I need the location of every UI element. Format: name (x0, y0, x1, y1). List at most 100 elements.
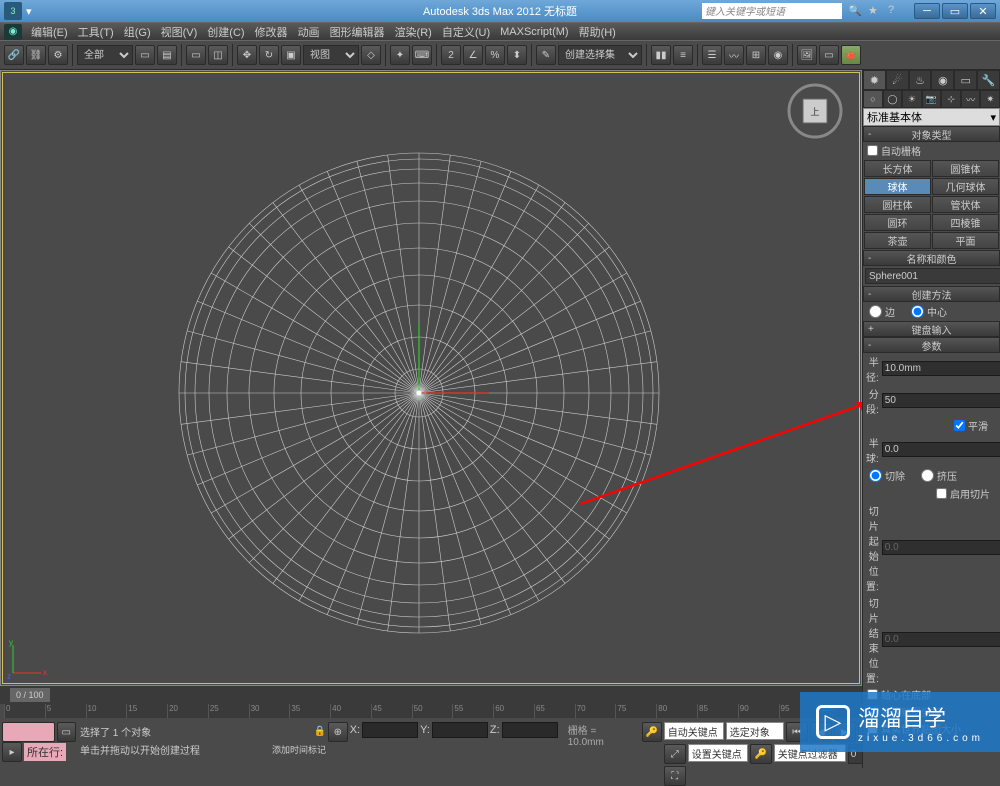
smooth-checkbox[interactable] (954, 420, 965, 431)
btn-box[interactable]: 长方体 (864, 160, 931, 177)
rollout-kb-entry[interactable]: +键盘输入 (863, 321, 1000, 337)
primitive-category-dropdown[interactable]: 标准基本体 (863, 108, 1000, 126)
time-slider[interactable]: 0 / 100 (0, 686, 862, 704)
btn-tube[interactable]: 管状体 (932, 196, 999, 213)
btn-cylinder[interactable]: 圆柱体 (864, 196, 931, 213)
menu-graph[interactable]: 图形编辑器 (325, 24, 390, 40)
y-input[interactable] (432, 722, 488, 738)
tab-motion[interactable]: ◉ (931, 70, 954, 90)
schematic-icon[interactable]: ⊞ (746, 45, 766, 65)
btn-plane[interactable]: 平面 (932, 232, 999, 249)
lock-icon[interactable]: 🔒 (314, 726, 326, 737)
rotate-icon[interactable]: ↻ (259, 45, 279, 65)
curve-editor-icon[interactable]: 〰 (724, 45, 744, 65)
slice-on-checkbox[interactable] (936, 488, 947, 499)
time-slider-handle[interactable]: 0 / 100 (10, 688, 50, 702)
menu-tools[interactable]: 工具(T) (73, 24, 119, 40)
rollout-name-color[interactable]: -名称和颜色 (863, 250, 1000, 266)
snap-2d-icon[interactable]: 2 (441, 45, 461, 65)
radio-edge[interactable] (869, 305, 882, 318)
qat-arrow-icon[interactable]: ▾ (26, 5, 32, 18)
sub-lights[interactable]: ☀ (902, 90, 922, 108)
segments-input[interactable] (882, 393, 1000, 408)
close-button[interactable]: ✕ (970, 3, 996, 19)
ref-coord-dropdown[interactable]: 视图 (303, 45, 359, 65)
sub-cameras[interactable]: 📷 (922, 90, 942, 108)
maximize-vp-icon[interactable]: ⛶ (664, 766, 686, 786)
snap-percent-icon[interactable]: % (485, 45, 505, 65)
expand-icon[interactable]: ▸ (2, 742, 22, 762)
key-mode-icon[interactable]: 🔑 (750, 744, 772, 764)
x-input[interactable] (362, 722, 418, 738)
selection-filter-dropdown[interactable]: 全部 (77, 45, 133, 65)
menu-create[interactable]: 创建(C) (202, 24, 249, 40)
star-icon[interactable]: ★ (868, 4, 882, 18)
btn-sphere[interactable]: 球体 (864, 178, 931, 195)
render-icon[interactable]: 🫖 (841, 45, 861, 65)
menu-view[interactable]: 视图(V) (156, 24, 203, 40)
move-icon[interactable]: ✥ (237, 45, 257, 65)
render-setup-icon[interactable]: 🖼 (797, 45, 817, 65)
app-menu-button[interactable]: ◉ (4, 24, 22, 40)
tab-display[interactable]: ▭ (954, 70, 977, 90)
time-ruler[interactable]: 0510152025303540455055606570758085909510… (4, 704, 860, 718)
keyboard-icon[interactable]: ⌨ (412, 45, 432, 65)
tab-modify[interactable]: ☄ (886, 70, 909, 90)
material-icon[interactable]: ◉ (768, 45, 788, 65)
radio-chop[interactable] (869, 469, 882, 482)
zoom-ext-icon[interactable]: ⤢ (664, 744, 686, 764)
menu-render[interactable]: 渲染(R) (390, 24, 437, 40)
select-icon[interactable]: ▭ (135, 45, 155, 65)
auto-key-button[interactable]: 自动关键点 (664, 722, 724, 740)
object-name-input[interactable] (865, 268, 1000, 284)
btn-teapot[interactable]: 茶壶 (864, 232, 931, 249)
btn-geosphere[interactable]: 几何球体 (932, 178, 999, 195)
sub-systems[interactable]: ✷ (980, 90, 1000, 108)
menu-animation[interactable]: 动画 (293, 24, 325, 40)
window-cross-icon[interactable]: ◫ (208, 45, 228, 65)
time-tag-button[interactable]: 添加时间标记 (272, 743, 326, 756)
link-icon[interactable]: 🔗 (4, 45, 24, 65)
help-icon[interactable]: ? (888, 4, 902, 18)
menu-modifiers[interactable]: 修改器 (250, 24, 293, 40)
maximize-button[interactable]: ▭ (942, 3, 968, 19)
hemi-input[interactable] (882, 442, 1000, 457)
edit-selset-icon[interactable]: ✎ (536, 45, 556, 65)
z-input[interactable] (502, 722, 558, 738)
unlink-icon[interactable]: ⛓ (26, 45, 46, 65)
search-icon[interactable]: 🔍 (848, 4, 862, 18)
sub-geometry[interactable]: ○ (863, 90, 883, 108)
btn-torus[interactable]: 圆环 (864, 214, 931, 231)
radio-center[interactable] (911, 305, 924, 318)
tab-hierarchy[interactable]: ♨ (909, 70, 932, 90)
menu-help[interactable]: 帮助(H) (574, 24, 621, 40)
btn-cone[interactable]: 圆锥体 (932, 160, 999, 177)
sub-spacewarps[interactable]: 〰 (961, 90, 981, 108)
select-name-icon[interactable]: ▤ (157, 45, 177, 65)
snap-angle-icon[interactable]: ∠ (463, 45, 483, 65)
abs-rel-icon[interactable]: ⊕ (328, 722, 348, 742)
menu-customize[interactable]: 自定义(U) (437, 24, 495, 40)
bind-icon[interactable]: ⚙ (48, 45, 68, 65)
menu-maxscript[interactable]: MAXScript(M) (495, 26, 573, 38)
script-listener-icon[interactable] (2, 722, 55, 742)
viewport[interactable]: 上 xyz (0, 70, 862, 686)
rollout-object-type[interactable]: -对象类型 (863, 126, 1000, 142)
rollout-create-method[interactable]: -创建方法 (863, 286, 1000, 302)
btn-pyramid[interactable]: 四棱锥 (932, 214, 999, 231)
set-key-button[interactable]: 设置关键点 (688, 744, 748, 762)
spinner-snap-icon[interactable]: ⬍ (507, 45, 527, 65)
sub-shapes[interactable]: ◯ (883, 90, 903, 108)
pivot-icon[interactable]: ◇ (361, 45, 381, 65)
sel-key-dropdown[interactable]: 选定对象 (726, 722, 784, 740)
tab-create[interactable]: ✹ (863, 70, 886, 90)
viewcube[interactable]: 上 (785, 81, 845, 141)
sub-helpers[interactable]: ⊹ (941, 90, 961, 108)
menu-group[interactable]: 组(G) (119, 24, 156, 40)
radius-input[interactable] (882, 361, 1000, 376)
auto-grid-checkbox[interactable] (867, 145, 878, 156)
script-min-icon[interactable]: ▭ (57, 722, 76, 742)
manipulate-icon[interactable]: ✦ (390, 45, 410, 65)
minimize-button[interactable]: ─ (914, 3, 940, 19)
layers-icon[interactable]: ☰ (702, 45, 722, 65)
